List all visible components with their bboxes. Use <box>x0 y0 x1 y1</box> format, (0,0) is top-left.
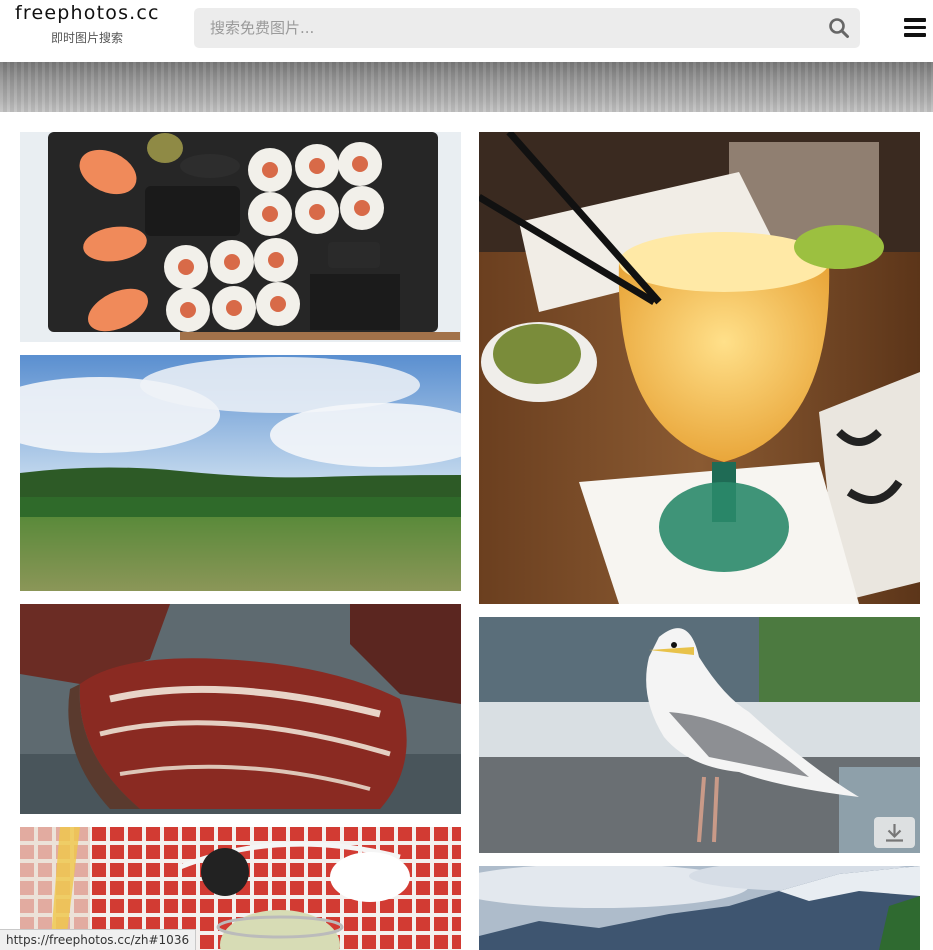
logo-subtitle: 即时图片搜索 <box>51 31 124 45</box>
photo-seagull[interactable] <box>479 617 920 853</box>
hamburger-menu-icon <box>904 18 926 22</box>
logo-text: freephotos.cc <box>15 2 160 24</box>
status-bar-url: https://freephotos.cc/zh#1036 <box>0 929 197 950</box>
seagull-image <box>479 617 920 853</box>
banner-image <box>0 62 933 112</box>
photo-green-field[interactable] <box>20 355 461 591</box>
field-image <box>20 355 461 591</box>
hamburger-menu-button[interactable] <box>904 18 926 38</box>
search-input[interactable] <box>194 8 814 48</box>
logo-link[interactable]: freephotos.cc 即时图片搜索 <box>15 2 165 52</box>
magnifier-icon <box>829 18 849 38</box>
search-bar <box>194 8 860 48</box>
photo-frozen-cocktail[interactable] <box>479 132 920 604</box>
cocktail-image <box>479 132 920 604</box>
download-arrow-icon <box>886 824 903 842</box>
photo-raw-steak[interactable] <box>20 604 461 814</box>
sushi-image <box>20 132 461 342</box>
header: freephotos.cc 即时图片搜索 <box>0 0 933 62</box>
photo-mountains[interactable] <box>479 866 920 950</box>
search-button[interactable] <box>828 17 850 39</box>
steak-image <box>20 604 461 814</box>
mountains-image <box>479 866 920 950</box>
download-button[interactable] <box>874 817 915 848</box>
photo-sushi[interactable] <box>20 132 461 342</box>
